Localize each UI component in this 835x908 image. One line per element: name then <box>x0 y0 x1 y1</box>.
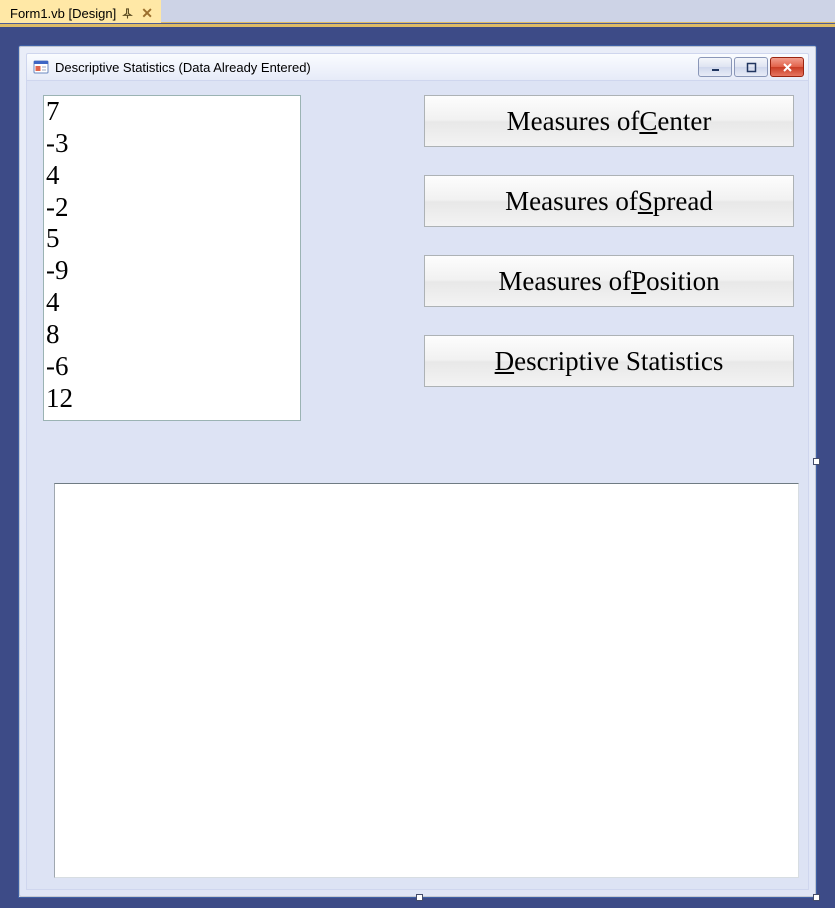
list-item[interactable]: 5 <box>46 223 298 255</box>
button-label-post: escriptive Statistics <box>514 346 723 377</box>
descriptive-statistics-button[interactable]: Descriptive Statistics <box>424 335 794 387</box>
list-item[interactable]: 8 <box>46 319 298 351</box>
button-label-post: pread <box>653 186 713 217</box>
button-mnemonic: S <box>638 186 653 217</box>
designer-surface: Descriptive Statistics (Data Already Ent… <box>0 24 835 908</box>
ide-tab-label: Form1.vb [Design] <box>10 6 116 21</box>
button-label-post: enter <box>657 106 711 137</box>
data-listbox[interactable]: 7 -3 4 -2 5 -9 4 8 -6 12 <box>43 95 301 421</box>
resize-handle-corner[interactable] <box>813 894 820 901</box>
resize-handle-bottom[interactable] <box>416 894 423 901</box>
list-item[interactable]: -2 <box>46 192 298 224</box>
form-icon <box>33 59 49 75</box>
ide-tab-form1-design[interactable]: Form1.vb [Design] ✕ <box>0 0 161 23</box>
window-buttons <box>698 57 804 77</box>
list-item[interactable]: -6 <box>46 351 298 383</box>
button-label-post: osition <box>646 266 720 297</box>
form-title: Descriptive Statistics (Data Already Ent… <box>55 60 692 75</box>
list-item[interactable]: -9 <box>46 255 298 287</box>
maximize-button[interactable] <box>734 57 768 77</box>
output-textbox[interactable] <box>54 483 799 878</box>
designer-inner: Descriptive Statistics (Data Already Ent… <box>0 27 835 908</box>
close-button[interactable] <box>770 57 804 77</box>
titlebar[interactable]: Descriptive Statistics (Data Already Ent… <box>26 53 809 81</box>
winform[interactable]: Descriptive Statistics (Data Already Ent… <box>18 45 817 898</box>
button-mnemonic: D <box>495 346 515 377</box>
button-label-pre: Measures of <box>498 266 631 297</box>
list-item[interactable]: 12 <box>46 383 298 415</box>
button-mnemonic: P <box>631 266 646 297</box>
list-item[interactable]: 4 <box>46 287 298 319</box>
minimize-button[interactable] <box>698 57 732 77</box>
button-mnemonic: C <box>639 106 657 137</box>
ide-tabstrip: Form1.vb [Design] ✕ <box>0 0 835 23</box>
button-column: Measures of Center Measures of Spread Me… <box>424 95 794 387</box>
resize-handle-right[interactable] <box>813 458 820 465</box>
measures-of-spread-button[interactable]: Measures of Spread <box>424 175 794 227</box>
list-item[interactable]: 4 <box>46 160 298 192</box>
pin-icon[interactable] <box>122 8 133 19</box>
form-client-area: 7 -3 4 -2 5 -9 4 8 -6 12 Measures of Cen… <box>26 81 809 890</box>
list-item[interactable]: -3 <box>46 128 298 160</box>
button-label-pre: Measures of <box>507 106 640 137</box>
button-label-pre: Measures of <box>505 186 638 217</box>
measures-of-position-button[interactable]: Measures of Position <box>424 255 794 307</box>
list-item[interactable]: 7 <box>46 96 298 128</box>
measures-of-center-button[interactable]: Measures of Center <box>424 95 794 147</box>
close-icon[interactable]: ✕ <box>141 6 153 20</box>
